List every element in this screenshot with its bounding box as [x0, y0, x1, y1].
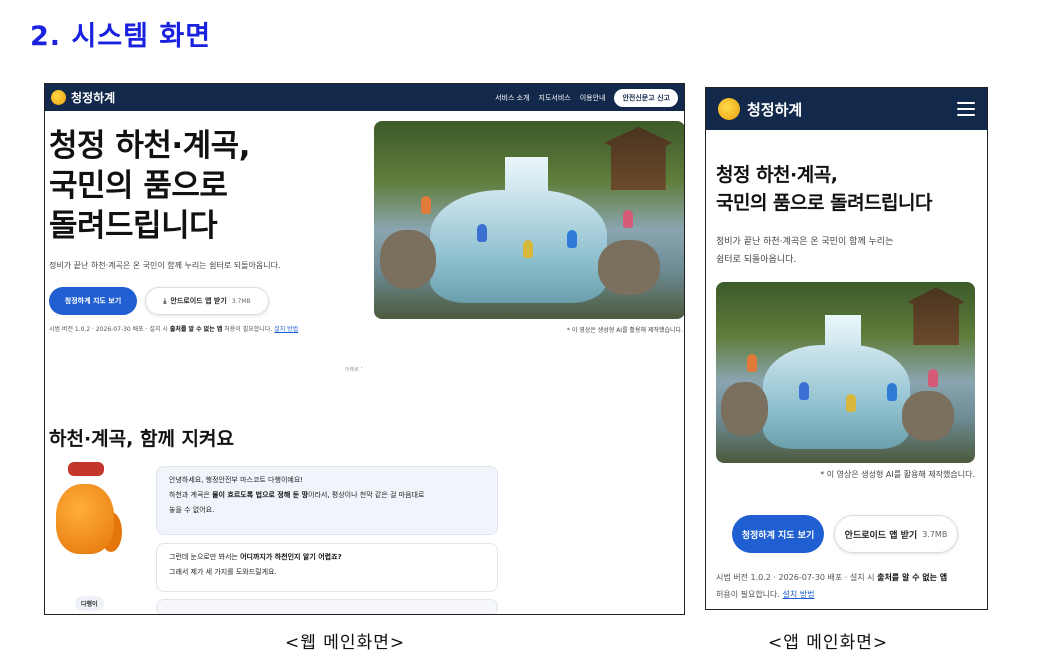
app-video-caption: * 이 영상은 생성형 AI를 활용해 제작했습니다.: [820, 470, 975, 479]
web-hero-video[interactable]: [374, 121, 684, 319]
hero-title-line: 청정 하천·계곡,: [716, 164, 838, 186]
mascot-logo-icon: [718, 98, 740, 120]
child-figure: [420, 196, 431, 215]
rock-illustration: [902, 390, 955, 442]
download-icon: ⤓: [163, 296, 167, 305]
web-map-button[interactable]: 청정하계 지도 보기: [49, 287, 137, 315]
hero-title-line: 청정 하천·계곡,: [49, 128, 250, 164]
child-figure: [845, 394, 856, 413]
download-button-label: 안드로이드 앱 받기: [170, 297, 227, 305]
hero-title-line: 국민의 품으로: [49, 168, 228, 204]
mascot-logo-icon: [51, 90, 66, 105]
web-menu: 서비스 소개 지도서비스 이용안내 안전신문고 신고: [495, 88, 678, 107]
app-logo[interactable]: 청정하계: [718, 98, 802, 120]
pavilion-illustration: [907, 287, 965, 346]
app-download-button[interactable]: 안드로이드 앱 받기 3.7MB: [834, 515, 958, 553]
app-map-button[interactable]: 청정하계 지도 보기: [732, 515, 824, 553]
bubble-text-part: 그런데 눈으로만 봐서는: [169, 553, 238, 561]
mascot-speech-bubble: 그런데 눈으로만 봐서는 어디까지가 하천인지 알기 어렵죠? 그래서 제가 세…: [156, 543, 498, 592]
mascot-speech-bubble-partial: [156, 599, 498, 614]
web-hero-description: 정비가 끝난 하천·계곡은 온 국민이 함께 누리는 쉼터로 되돌아옵니다.: [49, 261, 281, 270]
bubble-bold-text: 물이 흐르도록 법으로 정해 둔 땅: [212, 491, 309, 499]
version-text: 허용이 필요합니다.: [224, 326, 273, 333]
version-text: 시범 버전 1.0.2 · 2026-07-30 배포 · 설치 시: [716, 573, 875, 582]
rock-illustration: [380, 229, 437, 290]
bubble-text: 놓을 수 없어요.: [169, 506, 215, 514]
web-main-screen: 청정하계 서비스 소개 지도서비스 이용안내 안전신문고 신고 청정 하천·계곡…: [44, 83, 685, 615]
child-figure: [928, 368, 939, 387]
rock-illustration: [721, 381, 768, 436]
app-main-screen: 청정하계 청정 하천·계곡, 국민의 품으로 돌려드립니다 정비가 끝난 하천·…: [705, 87, 988, 610]
bubble-text: 안녕하세요, 행정안전부 마스코트 다행이예요!: [169, 476, 304, 484]
version-line: 허용이 필요합니다. 설치 방법: [716, 586, 976, 603]
stream-illustration: [429, 190, 608, 304]
bubble-text-part: 하천과 계곡은: [169, 491, 210, 499]
web-logo[interactable]: 청정하계: [51, 89, 115, 106]
bubble-text: 그래서 제가 세 가지를 도와드릴게요.: [169, 568, 277, 576]
bubble-text: 하천과 계곡은 물이 흐르도록 법으로 정해 둔 땅이라서, 평상이나 천막 같…: [169, 488, 485, 503]
hero-desc-line: 정비가 끝난 하천·계곡은 온 국민이 함께 누리는: [716, 237, 894, 247]
map-button-label: 청정하계 지도 보기: [64, 297, 122, 305]
download-button-label: 안드로이드 앱 받기: [844, 530, 918, 541]
section-heading: 2. 시스템 화면: [30, 21, 212, 52]
bubble-text: 그런데 눈으로만 봐서는 어디까지가 하천인지 알기 어렵죠?: [169, 550, 485, 565]
app-hero-title: 청정 하천·계곡, 국민의 품으로 돌려드립니다: [716, 161, 933, 217]
version-text: 시범 버전 1.0.2 · 2026-07-30 배포 · 설치 시: [49, 326, 168, 333]
version-bold-text: 출처를 알 수 없는 앱: [169, 326, 223, 333]
install-guide-link[interactable]: 설치 방법: [783, 590, 815, 599]
install-guide-link[interactable]: 설치 방법: [274, 326, 298, 333]
app-hero-video[interactable]: [716, 282, 975, 463]
logo-text: 청정하계: [747, 100, 803, 119]
mascot-illustration: [50, 462, 122, 582]
version-text: 허용이 필요합니다.: [716, 590, 780, 599]
app-hero-description: 정비가 끝난 하천·계곡은 온 국민이 함께 누리는 쉼터로 되돌아옵니다.: [716, 233, 946, 269]
mascot-body: [56, 484, 114, 554]
mascot-speech-bubble: 안녕하세요, 행정안전부 마스코트 다행이예요! 하천과 계곡은 물이 흐르도록…: [156, 466, 498, 535]
child-figure: [886, 383, 897, 402]
app-navbar: 청정하계: [706, 88, 987, 130]
scroll-down-hint[interactable]: 아래로 ˅: [345, 366, 363, 373]
hero-title-line: 국민의 품으로 돌려드립니다: [716, 192, 933, 214]
app-screen-label: <앱 메인화면>: [768, 633, 889, 653]
menu-map-service[interactable]: 지도서비스: [539, 93, 571, 103]
mascot-name-badge: 다행이: [75, 596, 104, 611]
version-bold-text: 출처를 알 수 없는 앱: [877, 573, 948, 582]
menu-service-intro[interactable]: 서비스 소개: [495, 93, 529, 103]
menu-usage-guide[interactable]: 이용안내: [580, 93, 606, 103]
web-hero-title: 청정 하천·계곡, 국민의 품으로 돌려드립니다: [49, 126, 359, 246]
version-line: 시범 버전 1.0.2 · 2026-07-30 배포 · 설치 시 출처를 알…: [716, 569, 976, 586]
web-video-caption: * 이 영상은 생성형 AI를 활용해 제작했습니다.: [566, 327, 683, 334]
map-button-label: 청정하계 지도 보기: [741, 530, 815, 541]
child-figure: [747, 354, 758, 373]
bubble-text-part: 이라서, 평상이나 천막 같은 걸 마음대로: [308, 491, 425, 499]
hero-title-line: 돌려드립니다: [49, 208, 218, 244]
web-download-button[interactable]: ⤓ 안드로이드 앱 받기 3.7MB: [145, 287, 269, 315]
download-size: 3.7MB: [231, 297, 251, 305]
web-screen-label: <웹 메인화면>: [285, 633, 406, 653]
report-button[interactable]: 안전신문고 신고: [614, 88, 678, 107]
child-figure: [566, 229, 577, 248]
hamburger-menu-icon[interactable]: [957, 102, 975, 116]
web-navbar: 청정하계 서비스 소개 지도서비스 이용안내 안전신문고 신고: [45, 84, 684, 111]
hero-desc-line: 쉼터로 되돌아옵니다.: [716, 255, 797, 265]
child-figure: [798, 381, 809, 400]
web-section-title: 하천·계곡, 함께 지켜요: [49, 428, 234, 450]
app-version-note: 시범 버전 1.0.2 · 2026-07-30 배포 · 설치 시 출처를 알…: [716, 569, 976, 603]
download-size: 3.7MB: [922, 529, 948, 539]
child-figure: [476, 223, 487, 242]
pavilion-illustration: [604, 126, 673, 191]
bubble-bold-text: 어디까지가 하천인지 알기 어렵죠?: [240, 553, 342, 561]
child-figure: [622, 210, 633, 229]
sunglasses-icon: [68, 462, 104, 476]
logo-text: 청정하계: [71, 91, 116, 105]
child-figure: [523, 239, 534, 258]
web-version-note: 시범 버전 1.0.2 · 2026-07-30 배포 · 설치 시 출처를 알…: [49, 324, 298, 333]
rock-illustration: [597, 239, 661, 296]
